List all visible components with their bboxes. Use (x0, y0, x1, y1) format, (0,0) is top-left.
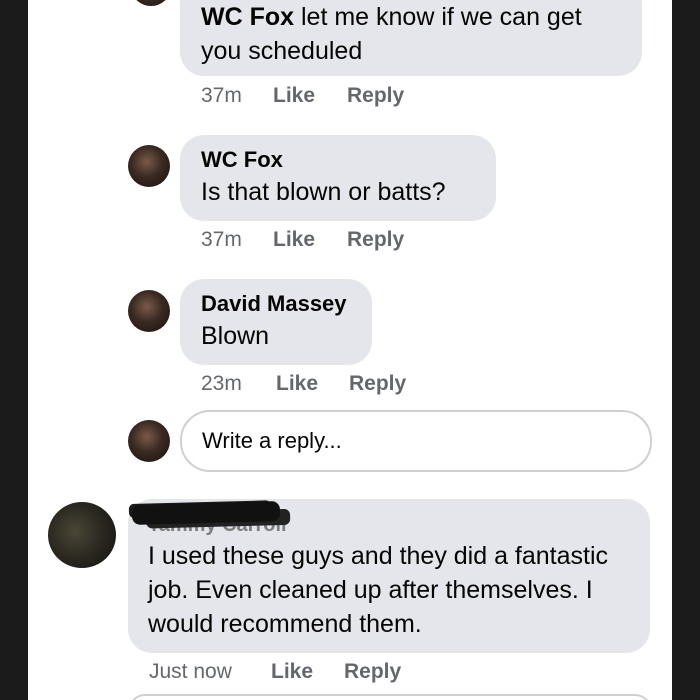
comment-timestamp[interactable]: 37m (201, 84, 242, 108)
commenter-name[interactable]: WC Fox (201, 147, 476, 173)
comment-bubble: WC Fox Is that blown or batts? (180, 135, 496, 221)
like-button[interactable]: Like (271, 660, 313, 684)
reply-button[interactable]: Reply (349, 372, 406, 396)
reply-button[interactable]: Reply (347, 228, 404, 252)
commenter-name[interactable]: WC Fox (201, 3, 294, 31)
reply-button[interactable]: Reply (347, 84, 404, 108)
avatar[interactable] (132, 0, 170, 6)
like-button[interactable]: Like (273, 228, 315, 252)
comment-bubble: WC Fox let me know if we can get you sch… (180, 0, 642, 76)
comment-timestamp[interactable]: 23m (201, 372, 242, 396)
avatar[interactable] (128, 290, 170, 332)
like-button[interactable]: Like (273, 84, 315, 108)
reply-input[interactable] (202, 426, 622, 456)
reply-input-box[interactable] (180, 410, 652, 472)
next-comment-partial (128, 694, 652, 700)
reply-button[interactable]: Reply (344, 660, 401, 684)
comment-timestamp[interactable]: 37m (201, 228, 242, 252)
redaction-scribble (131, 501, 281, 525)
like-button[interactable]: Like (276, 372, 318, 396)
comment-thread: WC Fox let me know if we can get you sch… (28, 0, 672, 700)
avatar[interactable] (48, 502, 116, 568)
current-user-avatar (128, 420, 170, 462)
comment-timestamp[interactable]: Just now (149, 660, 232, 684)
comment-text: WC Fox let me know if we can get you sch… (201, 0, 622, 68)
commenter-name[interactable]: David Massey (201, 291, 352, 317)
comment-body: I used these guys and they did a fantast… (148, 542, 609, 638)
comment-bubble: David Massey Blown (180, 279, 372, 365)
comment-body: Blown (201, 322, 270, 350)
comment-body: Is that blown or batts? (201, 178, 446, 206)
avatar[interactable] (128, 145, 170, 187)
